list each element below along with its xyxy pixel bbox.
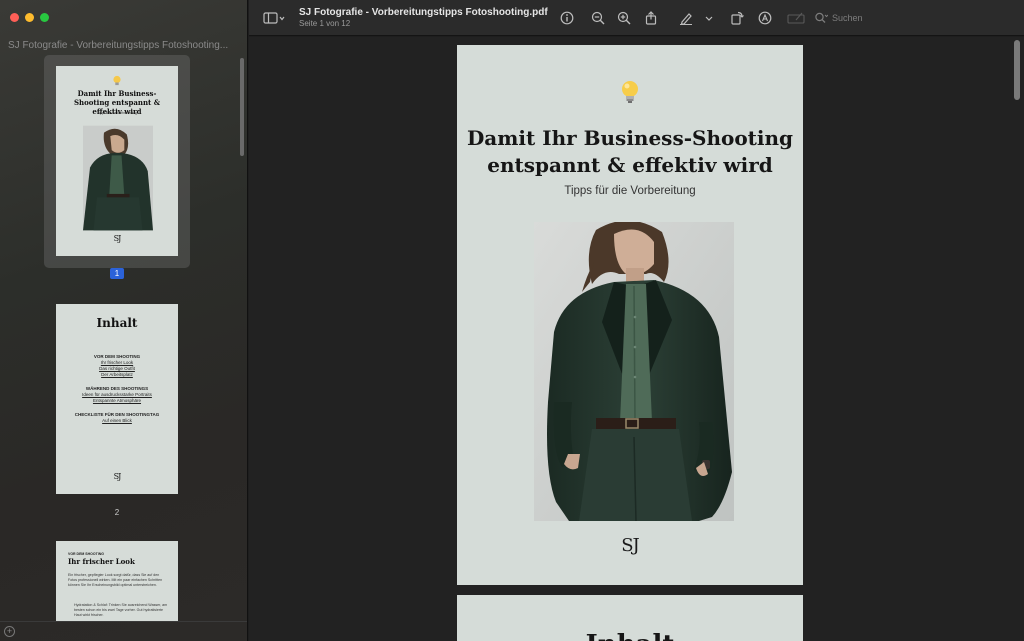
markup-icon[interactable] [758, 11, 772, 25]
page-title-line-2: entspannt & effektiv wird [487, 153, 773, 177]
toolbar: SJ Fotografie - Vorbereitungstipps Fotos… [249, 0, 1024, 36]
thumbnail-3-title: Ihr frischer Look [68, 557, 135, 566]
form-fill-icon [787, 12, 805, 24]
page-indicator: Seite 1 von 12 [299, 19, 351, 28]
document-title: SJ Fotografie - Vorbereitungstipps Fotos… [299, 7, 548, 18]
thumbnail-1-subtitle: Tipps für die Vorbereitung [97, 111, 137, 115]
page-thumbnail-1[interactable]: Damit Ihr Business-Shooting entspannt & … [56, 66, 178, 256]
thumbnail-3-kicker: VOR DEM SHOOTING [68, 552, 104, 556]
page-thumbnail-2[interactable]: Inhalt VOR DEM SHOOTING Ihr frischer Loo… [56, 304, 178, 494]
pdf-page-1: Damit Ihr Business-Shooting entspannt & … [457, 45, 803, 585]
search-placeholder: Suchen [832, 13, 863, 23]
document-scrollbar[interactable] [1014, 40, 1020, 100]
search-field[interactable]: Suchen [815, 9, 965, 27]
add-page-icon[interactable]: + [4, 626, 15, 637]
lightbulb-icon [113, 75, 121, 86]
chevron-down-icon[interactable] [704, 11, 714, 25]
lightbulb-icon [622, 81, 638, 103]
thumbnail-1-photo [83, 125, 153, 231]
thumbnail-2-title: Inhalt [96, 316, 138, 330]
zoom-out-icon[interactable] [591, 11, 605, 25]
portrait-photo [534, 222, 734, 521]
page-title-line-1: Damit Ihr Business-Shooting [466, 126, 794, 150]
sidebar-document-title: SJ Fotografie - Vorbereitungstipps Fotos… [8, 40, 229, 51]
thumbnail-3-body: Ein frischer, gepflegter Look sorgt dafü… [68, 573, 163, 587]
page-thumbnail-3[interactable]: VOR DEM SHOOTING Ihr frischer Look Ein f… [56, 541, 178, 621]
thumbnail-sidebar: SJ Fotografie - Vorbereitungstipps Fotos… [0, 0, 248, 641]
close-window-button[interactable] [10, 13, 19, 22]
zoom-in-icon[interactable] [617, 11, 631, 25]
thumbnail-2-logo: SJ [113, 472, 122, 481]
sidebar-scrollbar[interactable] [240, 58, 244, 156]
zoom-window-button[interactable] [40, 13, 49, 22]
thumbnail-2-toc: VOR DEM SHOOTING Ihr frischer Look Das r… [56, 354, 178, 424]
page-2-title: Inhalt [457, 630, 803, 641]
page-title: Damit Ihr Business-Shooting entspannt & … [457, 125, 803, 179]
sj-logo: SJ [621, 535, 640, 556]
minimize-window-button[interactable] [25, 13, 34, 22]
pdf-page-2: Inhalt [457, 595, 803, 641]
window-controls [10, 13, 49, 22]
search-icon [815, 12, 828, 23]
sidebar-toggle-icon[interactable] [263, 11, 285, 25]
sidebar-bottom-bar: + [0, 621, 247, 641]
toc-item: Auf einen Blick [102, 418, 132, 423]
page-subtitle: Tipps für die Vorbereitung [564, 185, 696, 197]
thumbnail-2-number: 2 [114, 508, 120, 517]
document-view[interactable]: Damit Ihr Business-Shooting entspannt & … [249, 37, 1024, 641]
thumbnail-1-logo: SJ [113, 234, 122, 243]
rotate-icon[interactable] [730, 11, 744, 25]
highlight-pen-icon[interactable] [679, 11, 693, 25]
thumbnail-3-bullet: Hydratation & Schlaf: Trinken Sie ausrei… [74, 603, 168, 617]
share-icon[interactable] [644, 11, 658, 25]
info-icon[interactable] [560, 11, 574, 25]
thumbnail-1-number: 1 [110, 268, 124, 279]
